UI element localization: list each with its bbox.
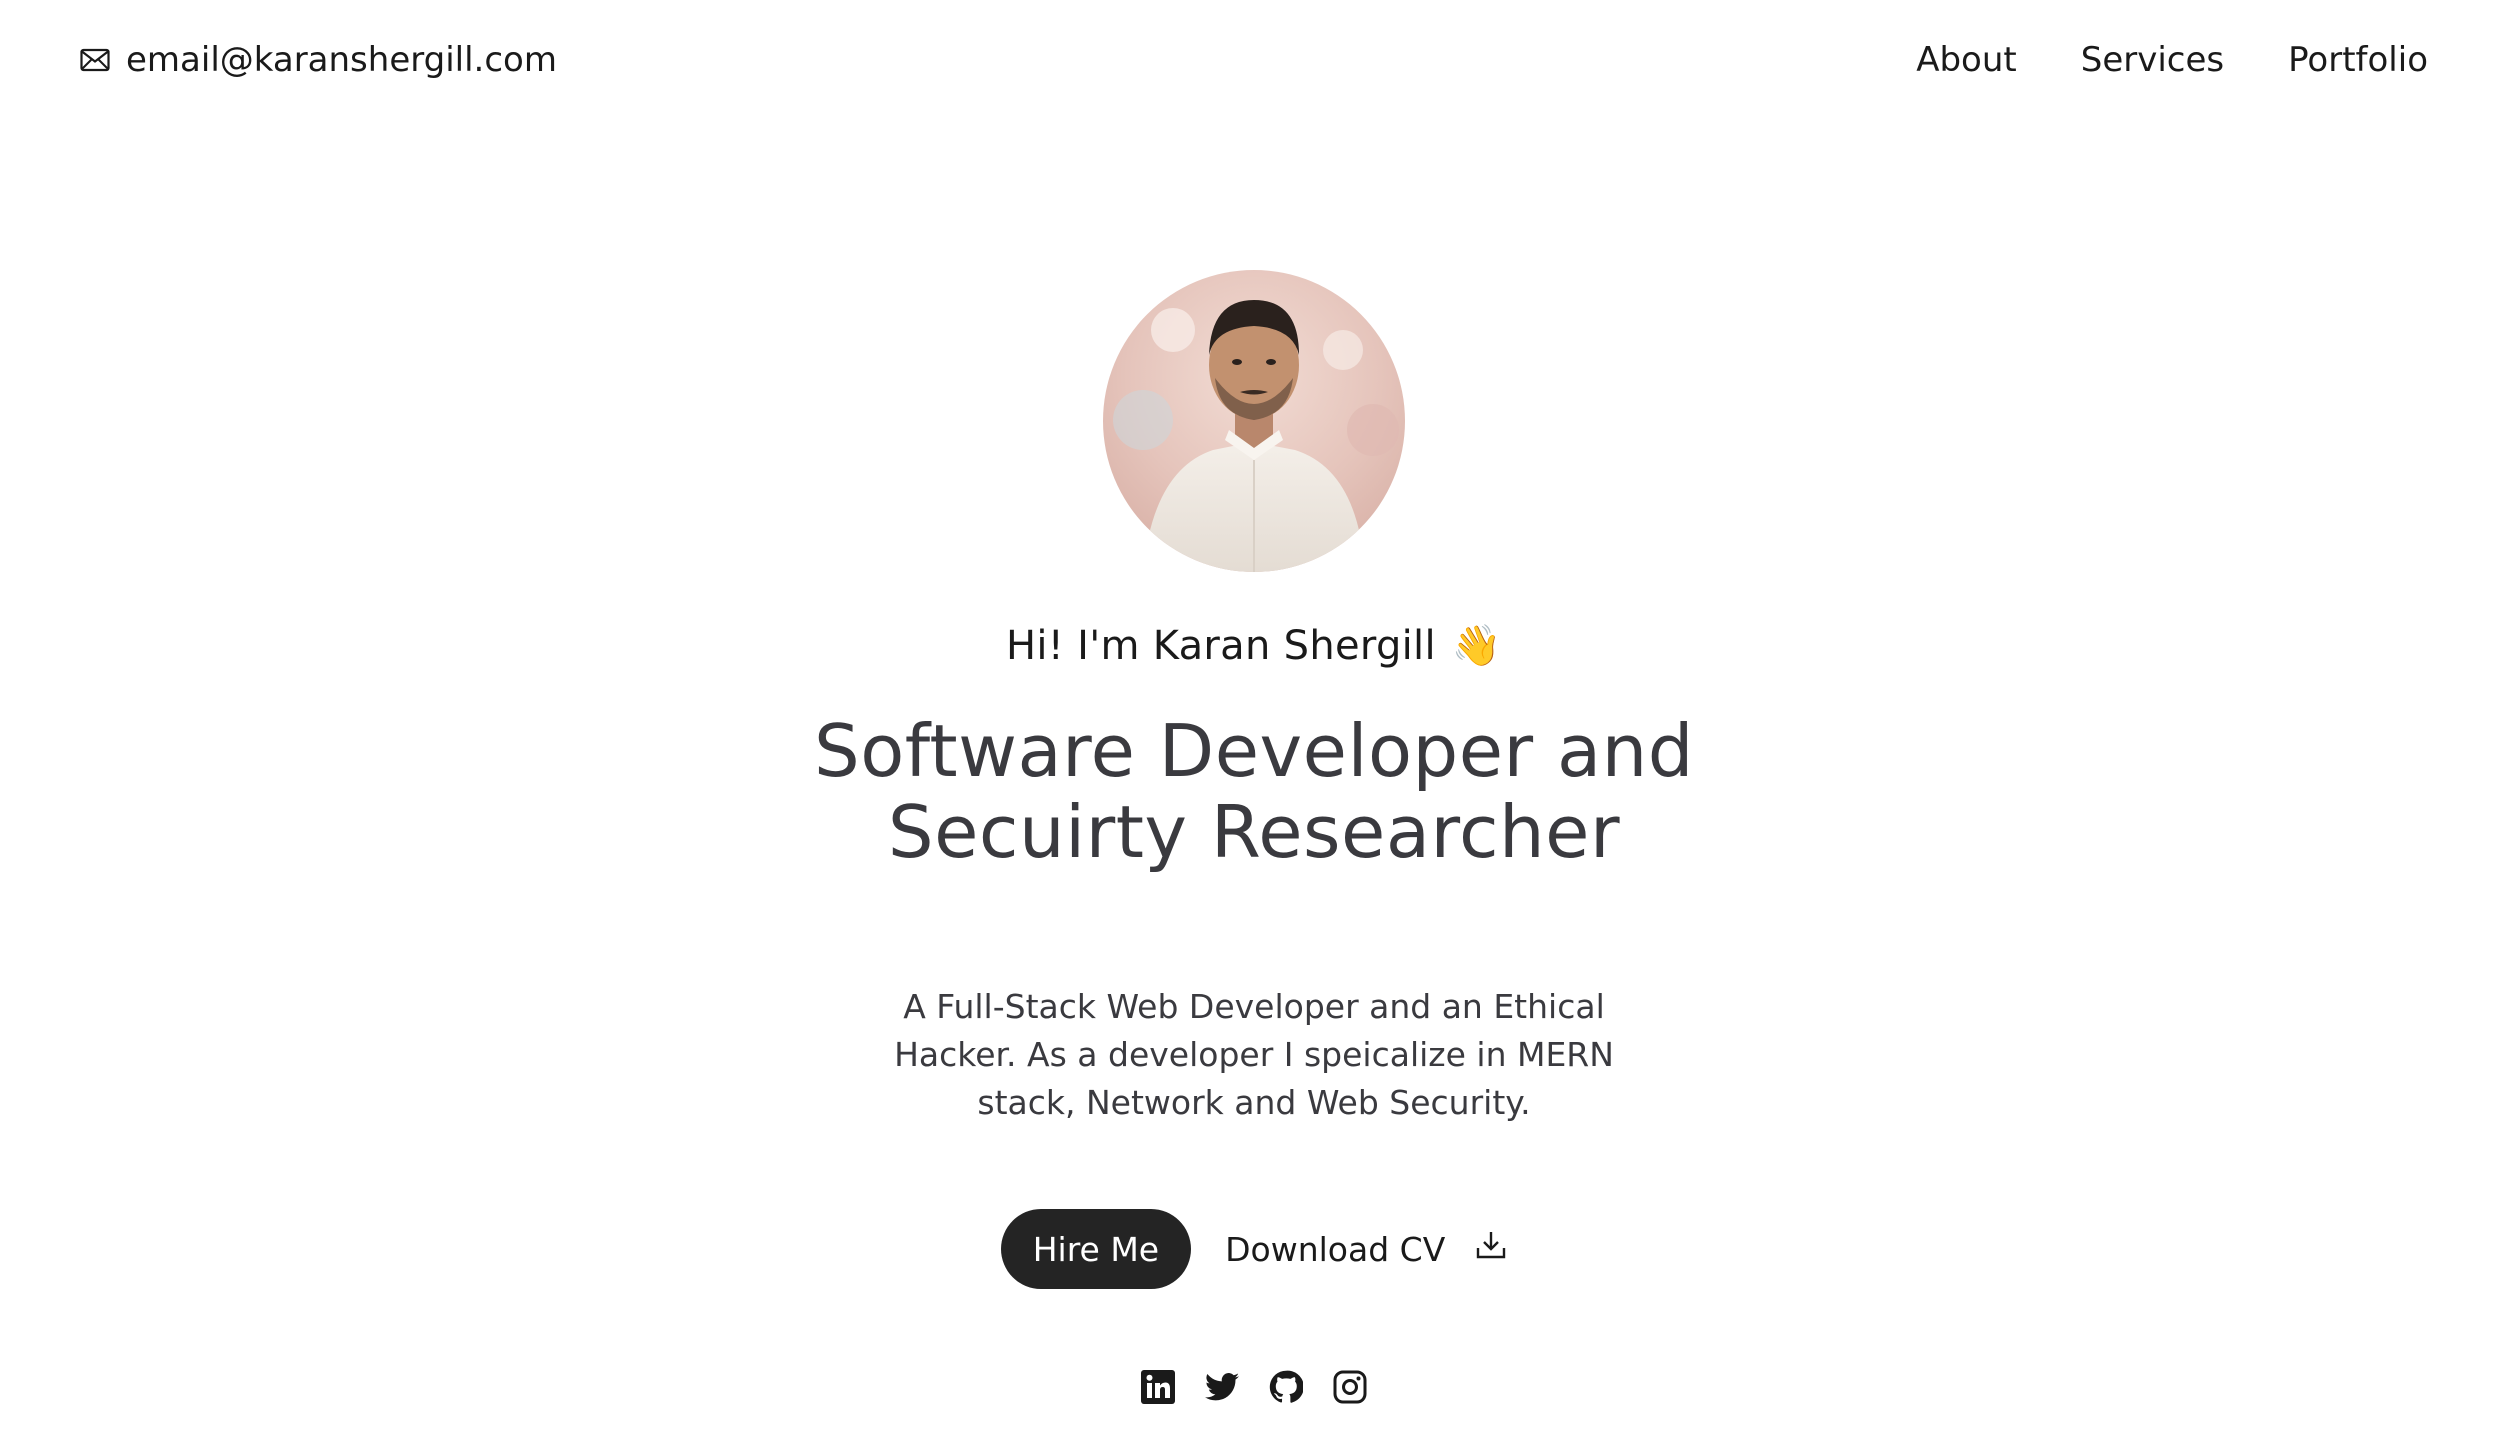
twitter-icon[interactable] [1204,1369,1240,1405]
download-cv-label: Download CV [1225,1229,1446,1269]
hero-section: Hi! I'm Karan Shergill 👋 Software Develo… [0,270,2508,1405]
description-line-2: Hacker. As a developer I speicalize in M… [894,1035,1614,1075]
email-text: email@karanshergill.com [126,40,557,80]
mail-icon [80,48,110,72]
linkedin-icon[interactable] [1140,1369,1176,1405]
email-link[interactable]: email@karanshergill.com [80,40,557,80]
avatar [1103,270,1405,572]
instagram-icon[interactable] [1332,1369,1368,1405]
headline-line-2: Secuirty Researcher [887,790,1621,874]
page: email@karanshergill.com About Services P… [0,0,2508,1444]
page-title: Software Developer and Secuirty Research… [814,711,1694,873]
download-cv-button[interactable]: Download CV [1225,1229,1507,1269]
headline-line-1: Software Developer and [814,709,1694,793]
cta-group: Hire Me Download CV [1000,1209,1508,1290]
description-line-1: A Full-Stack Web Developer and an Ethica… [903,987,1605,1027]
github-icon[interactable] [1268,1369,1304,1405]
nav-portfolio[interactable]: Portfolio [2288,40,2428,80]
nav-services[interactable]: Services [2081,40,2224,80]
social-links [1140,1369,1368,1405]
download-icon [1475,1229,1507,1269]
description-line-3: stack, Network and Web Security. [977,1083,1531,1123]
greeting: Hi! I'm Karan Shergill 👋 [1005,622,1502,670]
hire-me-button[interactable]: Hire Me [1000,1209,1192,1290]
greeting-text: Hi! I'm Karan Shergill [1005,622,1436,669]
site-header: email@karanshergill.com About Services P… [0,0,2508,130]
main-nav: About Services Portfolio [1916,40,2428,80]
waving-hand-icon: 👋 [1451,623,1502,669]
hero-description: A Full-Stack Web Developer and an Ethica… [874,983,1634,1127]
nav-about[interactable]: About [1916,40,2017,80]
